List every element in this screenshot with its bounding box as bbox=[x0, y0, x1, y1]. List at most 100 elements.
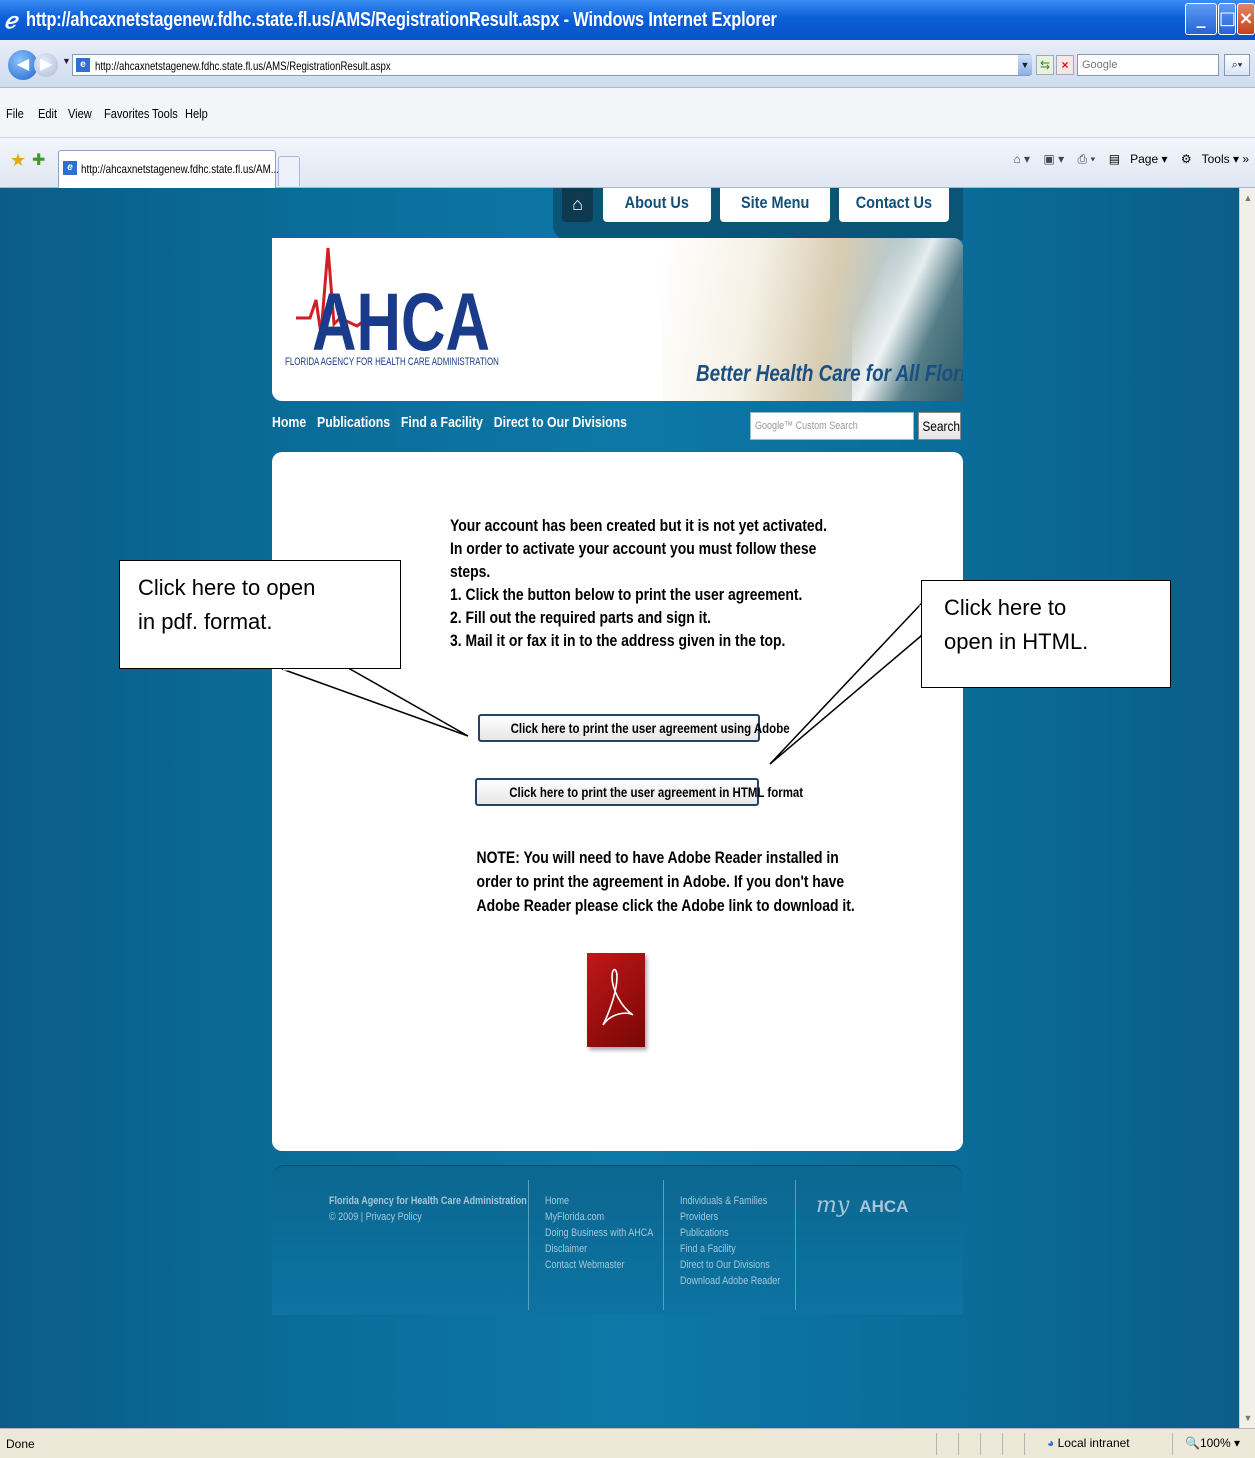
page-icon: e bbox=[76, 58, 90, 72]
callout-line: Click here to bbox=[944, 595, 1067, 620]
site-search-button-label: Search bbox=[922, 418, 961, 434]
site-search-button[interactable]: Search bbox=[918, 412, 961, 440]
site-banner: AHCA FLORIDA AGENCY FOR HEALTH CARE ADMI… bbox=[272, 238, 963, 401]
minimize-button[interactable]: _ bbox=[1185, 3, 1217, 35]
footer-link[interactable]: Doing Business with AHCA bbox=[545, 1225, 653, 1241]
zoom-level[interactable]: 🔍100% ▾ bbox=[1185, 1436, 1240, 1450]
callout-html: Click here to open in HTML. bbox=[921, 580, 1171, 688]
footer-link[interactable]: Direct to Our Divisions bbox=[680, 1257, 780, 1273]
vertical-scrollbar[interactable]: ▲ ▼ bbox=[1239, 188, 1255, 1428]
maximize-button[interactable]: □ bbox=[1218, 3, 1236, 35]
stop-button[interactable]: × bbox=[1056, 55, 1074, 75]
activation-instructions: Your account has been created but it is … bbox=[450, 514, 827, 652]
nav-publications[interactable]: Publications bbox=[317, 414, 390, 431]
command-bar: ⌂ ▾ ▣ ▾ ⎙ ▾ ▤ Page ▾ ⚙ Tools ▾ » bbox=[1003, 152, 1249, 167]
instruction-step: 2. Fill out the required parts and sign … bbox=[450, 608, 712, 627]
footer-link[interactable]: Providers bbox=[680, 1209, 780, 1225]
myflorida-logo-text: my bbox=[816, 1193, 850, 1218]
tab-registration-result[interactable]: e http://ahcaxnetstagenew.fdhc.state.fl.… bbox=[58, 150, 280, 188]
home-tab-icon[interactable]: ⌂ bbox=[562, 188, 593, 222]
menu-view[interactable]: View bbox=[68, 106, 92, 121]
menu-edit[interactable]: Edit bbox=[38, 106, 57, 121]
print-agreement-html-button[interactable]: Click here to print the user agreement i… bbox=[475, 778, 803, 806]
adobe-logo-glyph bbox=[602, 968, 634, 1026]
site-search-input[interactable]: Google™ Custom Search bbox=[750, 412, 914, 440]
footer-link[interactable]: Download Adobe Reader bbox=[680, 1273, 780, 1289]
footer-link[interactable]: Publications bbox=[680, 1225, 780, 1241]
print-icon[interactable]: ⎙ ▾ bbox=[1077, 152, 1095, 166]
window-title: http://ahcaxnetstagenew.fdhc.state.fl.us… bbox=[26, 9, 777, 31]
status-bar: Done ◕ Local intranet 🔍100% ▾ bbox=[0, 1428, 1255, 1458]
tab-title: http://ahcaxnetstagenew.fdhc.state.fl.us… bbox=[81, 162, 280, 176]
footer-copyright[interactable]: © 2009 | Privacy Policy bbox=[329, 1209, 527, 1225]
favorites-star-icon[interactable]: ★ bbox=[10, 150, 26, 171]
adobe-note: NOTE: You will need to have Adobe Reader… bbox=[445, 846, 855, 918]
tab-contact-us[interactable]: Contact Us bbox=[839, 188, 949, 222]
footer-link[interactable]: MyFlorida.com bbox=[545, 1209, 653, 1225]
footer-link[interactable]: Find a Facility bbox=[680, 1241, 780, 1257]
recent-pages-dropdown[interactable]: ▼ bbox=[62, 56, 71, 66]
page-menu[interactable]: ▤ Page ▾ bbox=[1109, 152, 1168, 166]
refresh-button[interactable]: ⇆ bbox=[1036, 55, 1054, 75]
menu-file[interactable]: File bbox=[6, 106, 24, 121]
site-tagline: Better Health Care for All Floridians bbox=[696, 360, 963, 386]
status-divider bbox=[1172, 1433, 1173, 1455]
footer-link[interactable]: Disclaimer bbox=[545, 1241, 653, 1257]
status-divider bbox=[1002, 1433, 1003, 1455]
browser-search-box[interactable] bbox=[1077, 54, 1219, 76]
footer-link[interactable]: Contact Webmaster bbox=[545, 1257, 653, 1273]
site-nav: Home Publications Find a Facility Direct… bbox=[272, 414, 634, 431]
status-divider bbox=[1024, 1433, 1025, 1455]
forward-button[interactable]: ▶ bbox=[34, 53, 58, 77]
address-bar[interactable]: e http://ahcaxnetstagenew.fdhc.state.fl.… bbox=[72, 54, 1030, 76]
callout-line: open in HTML. bbox=[944, 629, 1089, 654]
adobe-reader-icon[interactable] bbox=[587, 953, 645, 1047]
nav-home[interactable]: Home bbox=[272, 414, 306, 431]
close-button[interactable]: × bbox=[1237, 3, 1255, 35]
instruction-line: In order to activate your account you mu… bbox=[450, 539, 817, 558]
new-tab-button[interactable] bbox=[278, 156, 300, 186]
scroll-up-arrow[interactable]: ▲ bbox=[1241, 190, 1255, 206]
print-agreement-adobe-button[interactable]: Click here to print the user agreement u… bbox=[478, 714, 790, 742]
ie-page-icon: e bbox=[63, 161, 77, 175]
add-favorites-icon[interactable]: ✚ bbox=[32, 150, 45, 170]
tab-about-us[interactable]: About Us bbox=[603, 188, 711, 222]
footer-links-1: Home MyFlorida.com Doing Business with A… bbox=[545, 1193, 677, 1273]
menu-favorites[interactable]: Favorites bbox=[104, 106, 149, 121]
security-zone-label: Local intranet bbox=[1057, 1436, 1130, 1450]
myflorida-ahca-logo[interactable]: my AHCA bbox=[816, 1193, 908, 1218]
instruction-line: steps. bbox=[450, 562, 491, 581]
menu-help[interactable]: Help bbox=[185, 106, 208, 121]
page-menu-label: Page bbox=[1130, 152, 1159, 166]
callout-line: Click here to open bbox=[138, 575, 316, 600]
nav-divisions[interactable]: Direct to Our Divisions bbox=[494, 414, 627, 431]
ie-icon: ℯ bbox=[4, 8, 18, 34]
print-adobe-label: Click here to print the user agreement u… bbox=[510, 720, 790, 736]
nav-find-facility[interactable]: Find a Facility bbox=[401, 414, 483, 431]
note-line: order to print the agreement in Adobe. I… bbox=[476, 872, 845, 891]
status-divider bbox=[958, 1433, 959, 1455]
logo-subtitle: FLORIDA AGENCY FOR HEALTH CARE ADMINISTR… bbox=[285, 356, 499, 368]
tab-site-menu[interactable]: Site Menu bbox=[720, 188, 830, 222]
footer-link[interactable]: Home bbox=[545, 1193, 653, 1209]
menu-tools[interactable]: Tools bbox=[152, 106, 178, 121]
home-icon[interactable]: ⌂ ▾ bbox=[1013, 152, 1030, 166]
tools-menu[interactable]: ⚙ Tools ▾ » bbox=[1181, 152, 1249, 166]
address-dropdown-button[interactable]: ▼ bbox=[1018, 55, 1032, 75]
address-url[interactable]: http://ahcaxnetstagenew.fdhc.state.fl.us… bbox=[95, 59, 391, 73]
tools-menu-label: Tools bbox=[1201, 152, 1230, 166]
footer-link[interactable]: Individuals & Families bbox=[680, 1193, 780, 1209]
status-text: Done bbox=[6, 1437, 35, 1451]
ahca-logo[interactable]: AHCA bbox=[272, 238, 532, 373]
tab-site-menu-label: Site Menu bbox=[740, 193, 810, 212]
note-line: Adobe Reader please click the Adobe link… bbox=[476, 896, 855, 915]
scroll-down-arrow[interactable]: ▼ bbox=[1241, 1410, 1255, 1426]
security-zone[interactable]: ◕ Local intranet bbox=[1047, 1436, 1130, 1450]
search-icon[interactable]: ⌕▾ bbox=[1224, 54, 1250, 76]
note-line: NOTE: You will need to have Adobe Reader… bbox=[476, 848, 839, 867]
footer-agency-name: Florida Agency for Health Care Administr… bbox=[329, 1195, 527, 1207]
feeds-icon[interactable]: ▣ ▾ bbox=[1043, 152, 1064, 166]
browser-search-input[interactable] bbox=[1078, 55, 1218, 75]
tab-bar: ★ ✚ e http://ahcaxnetstagenew.fdhc.state… bbox=[0, 138, 1255, 188]
status-divider bbox=[980, 1433, 981, 1455]
